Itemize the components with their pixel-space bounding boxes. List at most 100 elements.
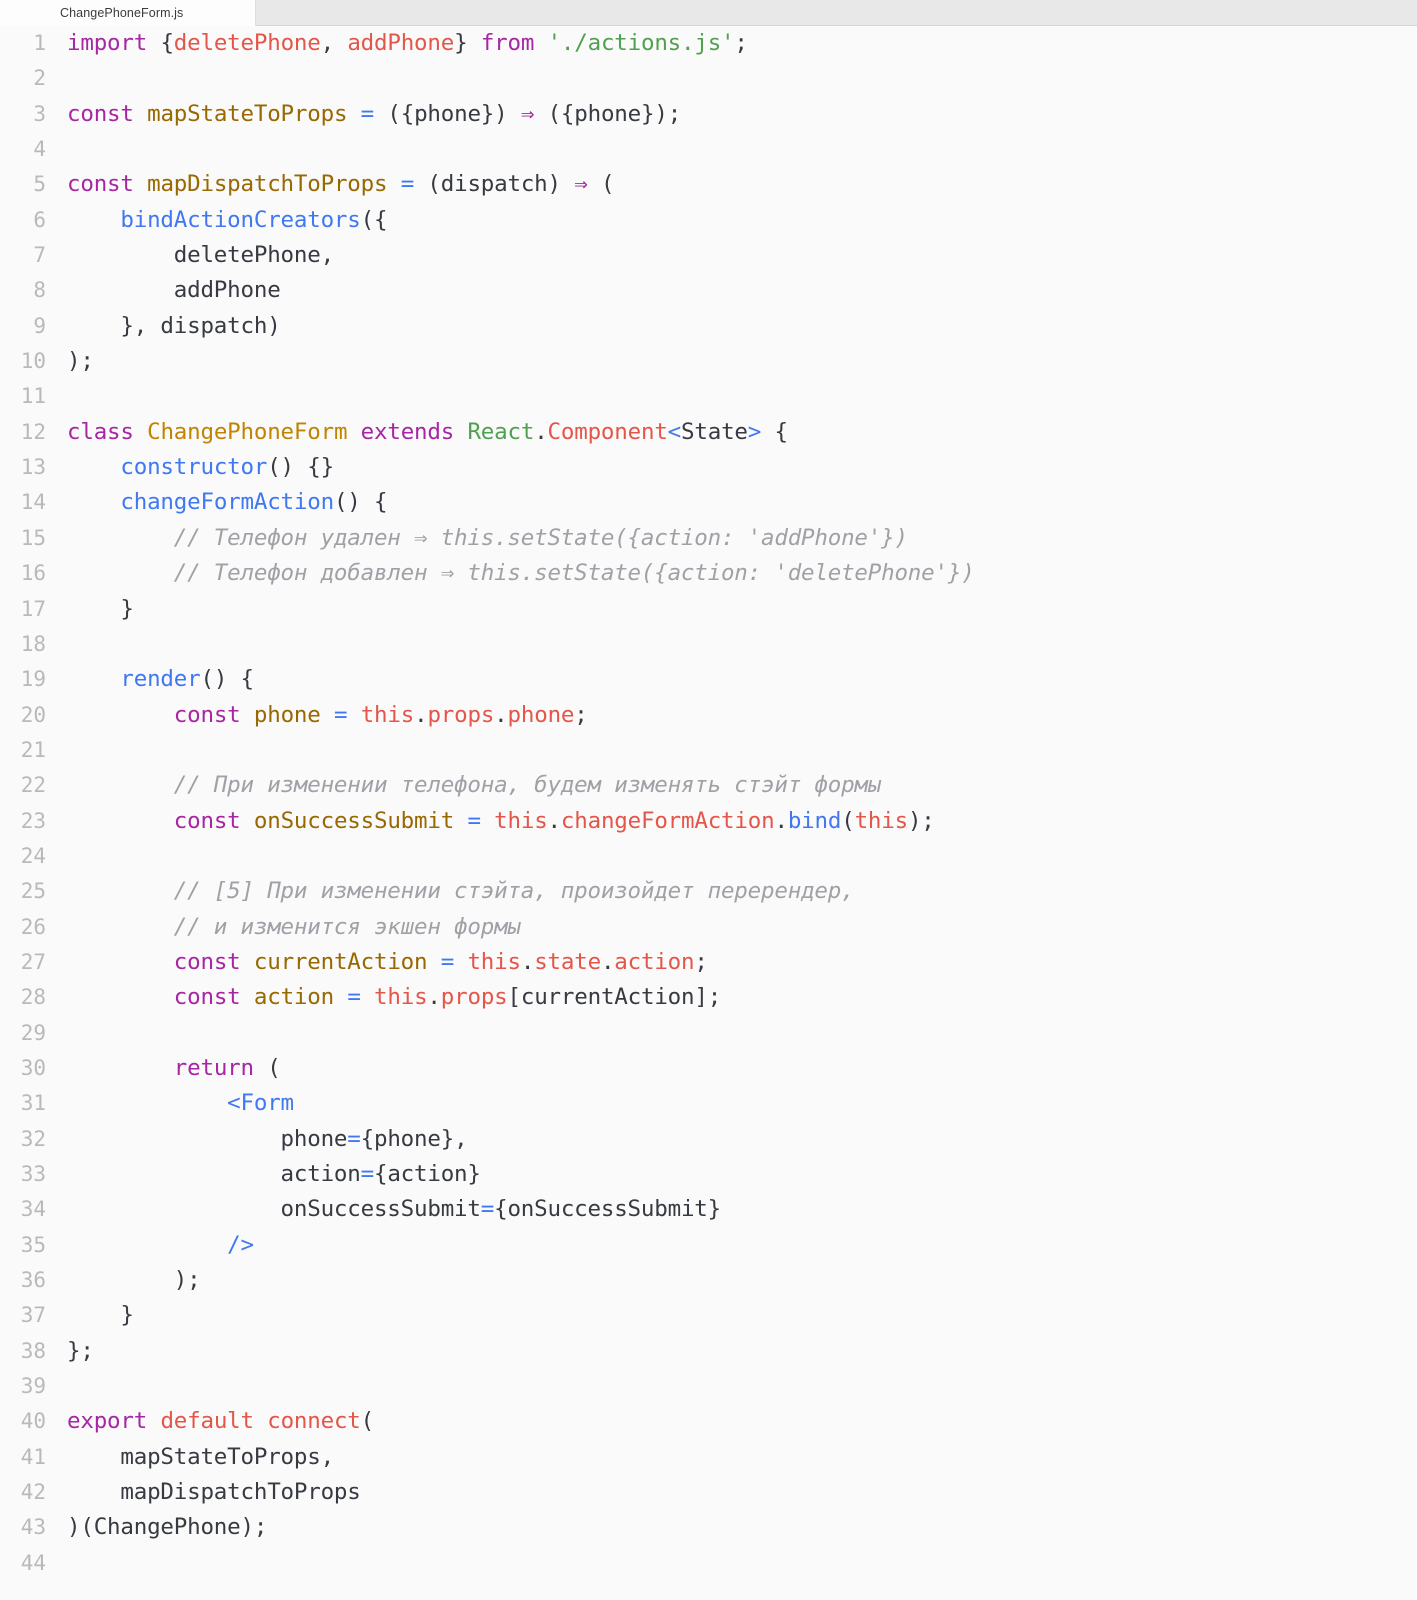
code-token: <Form xyxy=(227,1090,294,1117)
code-line[interactable]: 7 deletePhone, xyxy=(0,238,1417,273)
code-line[interactable]: 44 xyxy=(0,1546,1417,1581)
code-line[interactable]: 19 render() { xyxy=(0,662,1417,697)
line-number: 5 xyxy=(33,172,46,197)
line-number: 39 xyxy=(20,1374,46,1399)
code-line[interactable]: 18 xyxy=(0,627,1417,662)
code-line[interactable]: 11 xyxy=(0,379,1417,414)
code-token: const xyxy=(173,984,241,1011)
code-line[interactable]: 30 return ( xyxy=(0,1051,1417,1086)
code-line-content: const action = this.props[currentAction]… xyxy=(46,980,1417,1015)
line-number: 9 xyxy=(33,313,46,338)
code-line[interactable]: 26 // и изменится экшен формы xyxy=(0,910,1417,945)
code-line[interactable]: 15 // Телефон удален ⇒ this.setState({ac… xyxy=(0,521,1417,556)
line-number: 34 xyxy=(20,1197,46,1222)
code-line[interactable]: 37 } xyxy=(0,1298,1417,1333)
code-token: ({phone}); xyxy=(547,100,682,127)
code-line[interactable]: 39 xyxy=(0,1369,1417,1404)
code-line[interactable]: 1 import {deletePhone, addPhone} from './… xyxy=(0,26,1417,61)
code-line[interactable]: 4 xyxy=(0,132,1417,167)
code-line[interactable]: 41 mapStateToProps, xyxy=(0,1440,1417,1475)
code-token: action xyxy=(253,984,334,1011)
line-number: 28 xyxy=(20,985,46,1010)
code-line[interactable]: 3 const mapStateToProps = ({phone}) ⇒ ({p… xyxy=(0,97,1417,132)
code-token: mapDispatchToProps xyxy=(67,1479,361,1506)
code-token: { xyxy=(160,30,174,56)
code-line[interactable]: 38}; xyxy=(0,1334,1417,1369)
code-line[interactable]: 5 const mapDispatchToProps = (dispatch) ⇒… xyxy=(0,167,1417,202)
code-line[interactable]: 43)(ChangePhone); xyxy=(0,1510,1417,1545)
code-token: mapDispatchToProps xyxy=(147,171,388,198)
code-token: render xyxy=(120,666,201,693)
code-line[interactable]: 29 xyxy=(0,1016,1417,1051)
code-line[interactable]: 20 const phone = this.props.phone; xyxy=(0,698,1417,733)
code-token: Component xyxy=(547,418,668,445)
code-token: ({ xyxy=(360,206,388,233)
line-number: 27 xyxy=(20,949,46,974)
line-number: 13 xyxy=(20,455,46,480)
code-token: bindActionCreators xyxy=(120,206,361,233)
code-token: (dispatch) xyxy=(427,171,561,198)
code-token: // При изменении телефона, будем изменят… xyxy=(67,772,882,799)
code-line[interactable]: 28 const action = this.props[currentActi… xyxy=(0,980,1417,1015)
code-line[interactable]: 24 xyxy=(0,839,1417,874)
code-token: this xyxy=(360,701,415,728)
code-line[interactable]: 33 action={action} xyxy=(0,1157,1417,1192)
line-number: 24 xyxy=(20,843,46,868)
code-line[interactable]: 34 onSuccessSubmit={onSuccessSubmit} xyxy=(0,1192,1417,1227)
code-token: this xyxy=(854,807,909,834)
code-line[interactable]: 10); xyxy=(0,344,1417,379)
code-token: class xyxy=(67,418,134,445)
code-line[interactable]: 17 } xyxy=(0,592,1417,627)
code-token: {onSuccessSubmit} xyxy=(494,1196,721,1223)
code-line[interactable]: 2 xyxy=(0,61,1417,96)
code-line[interactable]: 8 addPhone xyxy=(0,273,1417,308)
code-line[interactable]: 23 const onSuccessSubmit = this.changeFo… xyxy=(0,804,1417,839)
code-line[interactable]: 6 bindActionCreators({ xyxy=(0,203,1417,238)
code-line[interactable]: 12 class ChangePhoneForm extends React.Co… xyxy=(0,415,1417,450)
code-line[interactable]: 35 /> xyxy=(0,1228,1417,1263)
code-token: } xyxy=(67,1302,134,1329)
line-number: 14 xyxy=(20,490,46,515)
code-line[interactable]: 9 }, dispatch) xyxy=(0,309,1417,344)
code-line[interactable]: 31 <Form xyxy=(0,1086,1417,1121)
code-line[interactable]: 42 mapDispatchToProps xyxy=(0,1475,1417,1510)
code-token: currentAction xyxy=(253,948,428,975)
line-number: 10 xyxy=(20,349,46,374)
code-token: = xyxy=(347,1125,361,1152)
code-line[interactable]: 16 // Телефон добавлен ⇒ this.setState({… xyxy=(0,556,1417,591)
line-number: 26 xyxy=(20,914,46,939)
code-token: /> xyxy=(227,1231,254,1258)
code-line[interactable]: 27 const currentAction = this.state.acti… xyxy=(0,945,1417,980)
code-line-content: phone={phone}, xyxy=(46,1122,1417,1157)
code-line-content: constructor() {} xyxy=(46,450,1417,485)
code-editor[interactable]: 1 import {deletePhone, addPhone} from './… xyxy=(0,26,1417,1582)
code-token: } xyxy=(454,30,468,56)
code-line[interactable]: 22 // При изменении телефона, будем изме… xyxy=(0,768,1417,803)
code-line[interactable]: 13 constructor() {} xyxy=(0,450,1417,485)
code-line[interactable]: 32 phone={phone}, xyxy=(0,1122,1417,1157)
code-token: ⇒ xyxy=(520,100,535,127)
code-line-content: } xyxy=(46,592,1417,627)
code-line[interactable]: 14 changeFormAction() { xyxy=(0,485,1417,520)
code-line[interactable]: 40 export default connect( xyxy=(0,1404,1417,1439)
code-line-content: // Телефон добавлен ⇒ this.setState({act… xyxy=(46,556,1417,591)
line-number: 22 xyxy=(20,773,46,798)
code-token: changeFormAction xyxy=(120,489,334,516)
code-line[interactable]: 21 xyxy=(0,733,1417,768)
code-line[interactable]: 25 // [5] При изменении стэйта, произойд… xyxy=(0,874,1417,909)
tab-changephoneform-js[interactable]: ChangePhoneForm.js xyxy=(0,0,255,26)
code-line-content: deletePhone, xyxy=(46,238,1417,273)
code-token: {phone}, xyxy=(360,1125,468,1152)
line-number: 18 xyxy=(20,631,46,656)
code-line[interactable]: 36 ); xyxy=(0,1263,1417,1298)
